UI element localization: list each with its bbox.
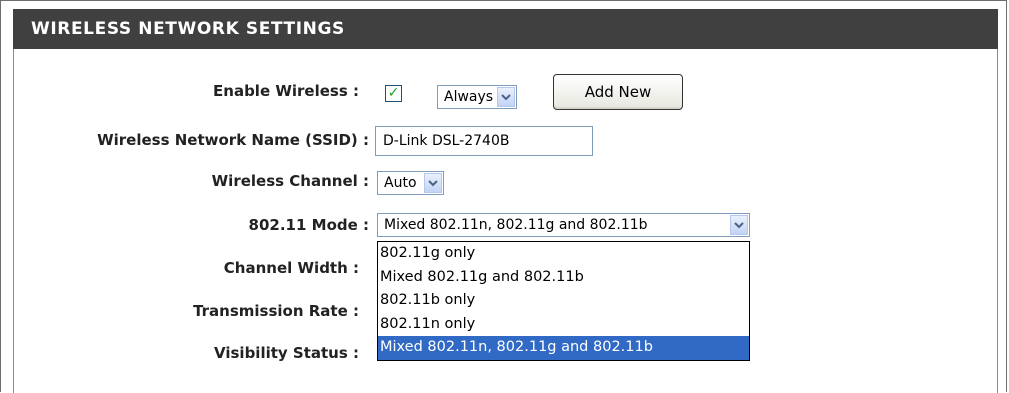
mode-option[interactable]: 802.11n only: [378, 313, 749, 337]
transmission-rate-label: Transmission Rate :: [193, 302, 359, 320]
wireless-channel-select-value: Auto: [384, 175, 417, 191]
enable-wireless-checkbox[interactable]: ✓: [385, 85, 402, 102]
visibility-status-label: Visibility Status :: [214, 344, 359, 362]
ssid-input[interactable]: D-Link DSL-2740B: [375, 126, 593, 156]
mode-select-value: Mixed 802.11n, 802.11g and 802.11b: [384, 217, 648, 233]
schedule-select[interactable]: Always: [437, 85, 517, 109]
schedule-select-value: Always: [444, 89, 494, 105]
mode-option[interactable]: 802.11b only: [378, 289, 749, 313]
chevron-down-icon[interactable]: [497, 87, 515, 107]
mode-label: 802.11 Mode :: [248, 216, 369, 234]
ssid-label: Wireless Network Name (SSID) :: [97, 131, 369, 149]
add-new-button[interactable]: Add New: [553, 74, 683, 110]
panel-title: WIRELESS NETWORK SETTINGS: [13, 9, 998, 49]
check-icon: ✓: [387, 85, 400, 101]
enable-wireless-label: Enable Wireless :: [213, 82, 359, 100]
mode-option[interactable]: Mixed 802.11g and 802.11b: [378, 266, 749, 290]
chevron-down-icon[interactable]: [424, 173, 442, 193]
mode-option-selected[interactable]: Mixed 802.11n, 802.11g and 802.11b: [378, 336, 749, 360]
wireless-channel-select[interactable]: Auto: [377, 171, 444, 195]
mode-dropdown-list[interactable]: 802.11g only Mixed 802.11g and 802.11b 8…: [377, 241, 750, 361]
mode-option[interactable]: 802.11g only: [378, 242, 749, 266]
wireless-channel-label: Wireless Channel :: [211, 172, 369, 190]
channel-width-label: Channel Width :: [223, 259, 359, 277]
mode-select[interactable]: Mixed 802.11n, 802.11g and 802.11b: [377, 213, 750, 237]
chevron-down-icon[interactable]: [730, 215, 748, 235]
